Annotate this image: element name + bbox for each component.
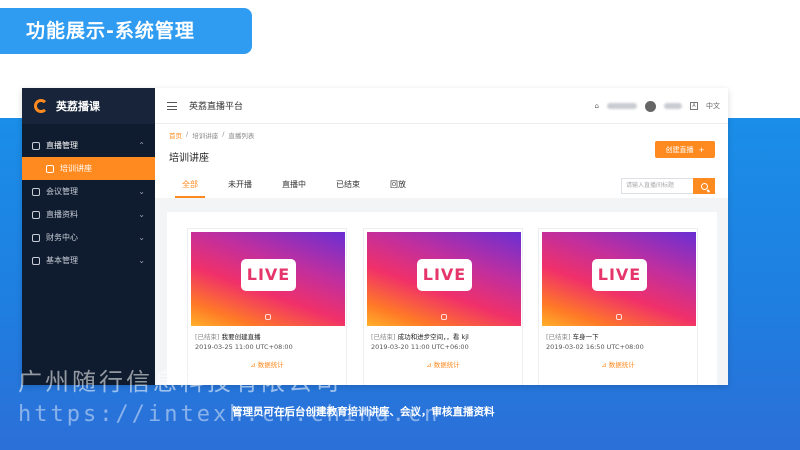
sidebar-item-label: 财务中心 (46, 233, 78, 242)
sidebar-item-label: 直播资料 (46, 210, 78, 219)
search-bar: 请输入直播间标题 (621, 178, 715, 194)
blurred-account (607, 103, 637, 109)
brand[interactable]: 英荔播课 (22, 88, 155, 124)
sidebar-item-label: 基本管理 (46, 256, 78, 265)
language-icon[interactable]: A (690, 102, 698, 110)
blurred-username (664, 103, 682, 109)
camera-icon (265, 314, 271, 320)
live-thumbnail: LIVE (542, 232, 696, 326)
brand-logo-icon (34, 99, 48, 113)
live-thumbnail: LIVE (191, 232, 345, 326)
chevron-up-icon: ⌃ (138, 141, 145, 150)
live-badge: LIVE (592, 259, 647, 291)
card-title-text: 车身一下 (572, 333, 599, 341)
banner-title: 功能展示-系统管理 (0, 8, 252, 54)
live-thumbnail: LIVE (367, 232, 521, 326)
breadcrumb: 首页 / 培训讲座 / 直播列表 (169, 130, 714, 140)
platform-title: 英荔直播平台 (189, 102, 244, 112)
page-header: 首页 / 培训讲座 / 直播列表 培训讲座 创建直播 + 全部 未开播 直播中 … (155, 124, 728, 198)
stats-link[interactable]: ⊿ 数据统计 (364, 353, 522, 369)
sidebar-item-training[interactable]: 培训讲座 (22, 157, 155, 180)
card-grid: LIVE [已结束] 我要创建直播 2019-03-25 11:00 UTC+0… (167, 212, 717, 385)
card-time: 2019-03-02 16:50 UTC+08:00 (546, 343, 644, 351)
sidebar-item-live-management[interactable]: 直播管理 ⌃ (22, 134, 155, 157)
card-time: 2019-03-25 11:00 UTC+08:00 (195, 343, 293, 351)
sidebar-item-basic[interactable]: 基本管理 ⌄ (22, 249, 155, 272)
sidebar-nav: 直播管理 ⌃ 培训讲座 会议管理 ⌄ 直播资料 ⌄ 财务中心 ⌄ 基本管理 ⌄ (22, 124, 155, 272)
breadcrumb-separator: / (186, 130, 189, 138)
card-title: [已结束] 成功和进步空间，，看 kjl (364, 329, 522, 341)
tab-all[interactable]: 全部 (167, 176, 213, 198)
status-tabs: 全部 未开播 直播中 已结束 回放 (155, 176, 421, 198)
live-card[interactable]: LIVE [已结束] 车身一下 2019-03-02 16:50 UTC+08:… (538, 228, 698, 385)
monitor-icon (46, 164, 54, 173)
chevron-down-icon: ⌄ (138, 233, 145, 242)
sidebar-item-label: 直播管理 (46, 141, 78, 150)
settings-icon (32, 256, 40, 265)
breadcrumb-home[interactable]: 首页 (169, 130, 182, 140)
camera-icon (441, 314, 447, 320)
menu-toggle-icon[interactable] (167, 101, 177, 110)
topbar: 英荔直播平台 ⌂ A 中文 (155, 88, 728, 124)
page-title: 培训讲座 (169, 153, 209, 164)
breadcrumb-separator: / (222, 130, 225, 138)
topbar-right: ⌂ A 中文 (595, 88, 720, 124)
tab-replay[interactable]: 回放 (375, 176, 421, 198)
search-button[interactable] (693, 178, 715, 194)
plus-icon: + (698, 145, 705, 154)
sidebar-item-label: 培训讲座 (60, 164, 92, 173)
finance-icon (32, 233, 40, 242)
home-icon[interactable]: ⌂ (595, 102, 599, 110)
sidebar-item-meetings[interactable]: 会议管理 ⌄ (22, 180, 155, 203)
breadcrumb-current: 直播列表 (228, 132, 255, 140)
sidebar-item-label: 会议管理 (46, 187, 78, 196)
live-icon (32, 141, 40, 150)
meeting-icon (32, 187, 40, 196)
company-watermark: 广州随行信息科技有限公司 (18, 368, 342, 396)
live-card[interactable]: LIVE [已结束] 成功和进步空间，，看 kjl 2019-03-20 11:… (363, 228, 523, 385)
sidebar-item-materials[interactable]: 直播资料 ⌄ (22, 203, 155, 226)
avatar[interactable] (645, 100, 656, 112)
card-time: 2019-03-20 11:00 UTC+06:00 (371, 343, 469, 351)
chevron-down-icon: ⌄ (138, 256, 145, 265)
card-status: [已结束] (371, 333, 396, 341)
tab-live[interactable]: 直播中 (267, 176, 321, 198)
sidebar: 英荔播课 直播管理 ⌃ 培训讲座 会议管理 ⌄ 直播资料 ⌄ 财务中心 ⌄ 基本… (22, 88, 155, 385)
card-title-text: 成功和进步空间，，看 kjl (397, 333, 469, 341)
card-title: [已结束] 车身一下 (539, 329, 697, 341)
tab-not-started[interactable]: 未开播 (213, 176, 267, 198)
document-icon (32, 210, 40, 219)
chevron-down-icon: ⌄ (138, 210, 145, 219)
create-live-button[interactable]: 创建直播 + (655, 141, 715, 158)
chevron-down-icon: ⌄ (138, 187, 145, 196)
feature-caption: 管理员可在后台创建教育培训讲座、会议，审核直播资料 (232, 406, 495, 418)
tab-ended[interactable]: 已结束 (321, 176, 375, 198)
brand-name: 英荔播课 (56, 100, 100, 113)
live-badge: LIVE (241, 259, 296, 291)
live-badge: LIVE (417, 259, 472, 291)
search-input[interactable]: 请输入直播间标题 (621, 178, 693, 194)
card-title: [已结束] 我要创建直播 (188, 329, 346, 341)
card-status: [已结束] (195, 333, 220, 341)
camera-icon (616, 314, 622, 320)
search-icon (700, 182, 708, 190)
sidebar-item-finance[interactable]: 财务中心 ⌄ (22, 226, 155, 249)
create-live-label: 创建直播 (665, 145, 694, 154)
stats-label: 数据统计 (433, 361, 460, 369)
stats-label: 数据统计 (608, 361, 635, 369)
card-status: [已结束] (546, 333, 571, 341)
stats-link[interactable]: ⊿ 数据统计 (539, 353, 697, 369)
language-label[interactable]: 中文 (706, 101, 720, 111)
breadcrumb-training[interactable]: 培训讲座 (192, 130, 218, 140)
card-title-text: 我要创建直播 (221, 333, 261, 341)
